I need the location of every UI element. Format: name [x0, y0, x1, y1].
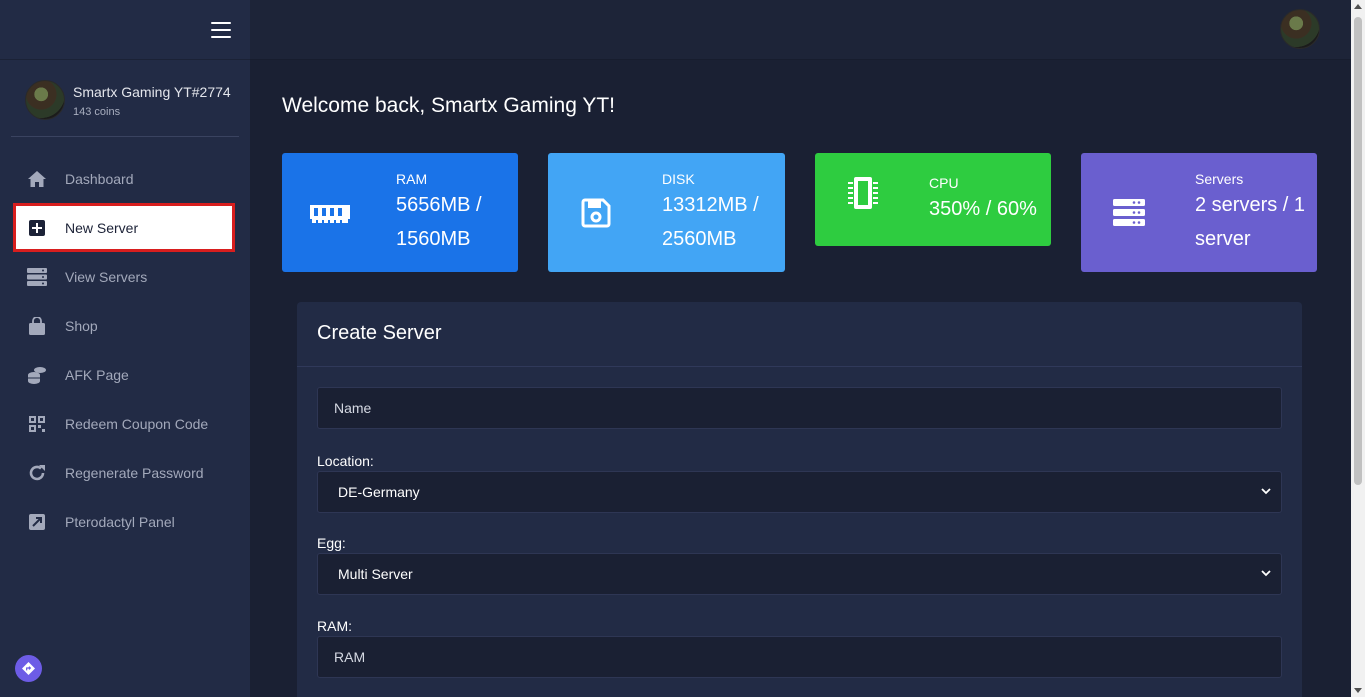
sidebar-item-new-server[interactable]: New Server — [13, 203, 235, 252]
profile-coins: 143 coins — [73, 105, 121, 118]
scroll-up-arrow-icon[interactable] — [1354, 4, 1362, 9]
user-avatar-button[interactable] — [1280, 9, 1320, 49]
sidebar-item-afk-page[interactable]: AFK Page — [0, 350, 250, 399]
egg-select[interactable]: Multi Server — [317, 553, 1282, 595]
ram-stat-card: RAM 5656MB / 1560MB — [282, 153, 518, 272]
disk-stat-card: DISK 13312MB / 2560MB — [548, 153, 785, 272]
avatar — [25, 80, 65, 120]
sidebar-item-redeem-coupon[interactable]: Redeem Coupon Code — [0, 399, 250, 448]
topbar — [250, 0, 1351, 60]
sidebar-item-label: Dashboard — [65, 170, 134, 187]
sidebar-item-shop[interactable]: Shop — [0, 301, 250, 350]
card-value-cont: server — [1195, 227, 1251, 250]
sidebar-item-label: View Servers — [65, 268, 148, 285]
card-value-cont: 2560MB — [662, 227, 737, 250]
main-content: Welcome back, Smartx Gaming YT! RAM 5656… — [250, 61, 1351, 697]
card-value: 5656MB / — [396, 193, 482, 216]
redo-icon — [27, 463, 47, 483]
panel-title: Create Server — [297, 302, 1302, 367]
card-label: RAM — [396, 170, 428, 187]
sidebar-item-label: AFK Page — [65, 366, 129, 383]
user-profile: Smartx Gaming YT#2774 143 coins — [0, 60, 250, 120]
sidebar-nav: Dashboard New Server View Servers Shop A… — [0, 154, 250, 546]
card-label: CPU — [929, 174, 959, 191]
sidebar: Smartx Gaming YT#2774 143 coins Dashboar… — [0, 0, 250, 697]
card-value: 350% / 60% — [929, 197, 1037, 220]
coins-icon — [27, 365, 47, 385]
home-icon — [27, 169, 47, 189]
save-icon — [576, 198, 616, 228]
hamburger-menu-icon[interactable] — [211, 21, 231, 38]
card-label: DISK — [662, 170, 695, 187]
location-select[interactable]: DE-Germany — [317, 471, 1282, 513]
ram-input[interactable]: RAM — [317, 636, 1282, 678]
sidebar-item-label: Shop — [65, 317, 98, 334]
location-label: Location: — [317, 453, 374, 469]
card-value: 2 servers / 1 — [1195, 193, 1306, 216]
egg-selected-value: Multi Server — [338, 566, 413, 582]
chevron-down-icon — [1261, 488, 1271, 495]
cpu-stat-card: CPU 350% / 60% — [815, 153, 1051, 246]
chevron-down-icon — [1261, 570, 1271, 577]
sidebar-item-label: Regenerate Password — [65, 464, 204, 481]
sidebar-item-dashboard[interactable]: Dashboard — [0, 154, 250, 203]
sidebar-item-pterodactyl-panel[interactable]: Pterodactyl Panel — [0, 497, 250, 546]
scroll-thumb[interactable] — [1354, 17, 1362, 485]
card-label: Servers — [1195, 170, 1244, 187]
sidebar-item-regenerate-password[interactable]: Regenerate Password — [0, 448, 250, 497]
create-server-panel: Create Server Name Location: DE-Germany … — [297, 302, 1302, 697]
sidebar-divider — [11, 136, 239, 137]
memory-icon — [310, 201, 350, 225]
diamond-arrow-icon — [22, 662, 35, 675]
sidebar-item-label: Pterodactyl Panel — [65, 513, 175, 530]
server-stack-icon — [1109, 198, 1149, 227]
location-selected-value: DE-Germany — [338, 484, 420, 500]
qrcode-icon — [27, 414, 47, 434]
microchip-icon — [843, 176, 883, 209]
page-scrollbar[interactable] — [1351, 0, 1365, 697]
page-title: Welcome back, Smartx Gaming YT! — [282, 94, 615, 117]
card-value: 13312MB / — [662, 193, 759, 216]
card-value-cont: 1560MB — [396, 227, 471, 250]
profile-name: Smartx Gaming YT#2774 — [73, 83, 231, 100]
sidebar-header — [0, 0, 250, 60]
sidebar-item-view-servers[interactable]: View Servers — [0, 252, 250, 301]
server-icon — [27, 267, 47, 287]
sidebar-item-label: New Server — [65, 219, 139, 236]
plus-square-icon — [27, 218, 47, 238]
external-link-icon — [27, 512, 47, 532]
ram-label: RAM: — [317, 618, 352, 634]
egg-label: Egg: — [317, 535, 346, 551]
sidebar-item-label: Redeem Coupon Code — [65, 415, 209, 432]
scroll-down-arrow-icon[interactable] — [1354, 688, 1362, 693]
name-input[interactable]: Name — [317, 387, 1282, 429]
shopping-bag-icon — [27, 316, 47, 336]
help-button[interactable] — [15, 655, 42, 682]
servers-stat-card: Servers 2 servers / 1 server — [1081, 153, 1317, 272]
